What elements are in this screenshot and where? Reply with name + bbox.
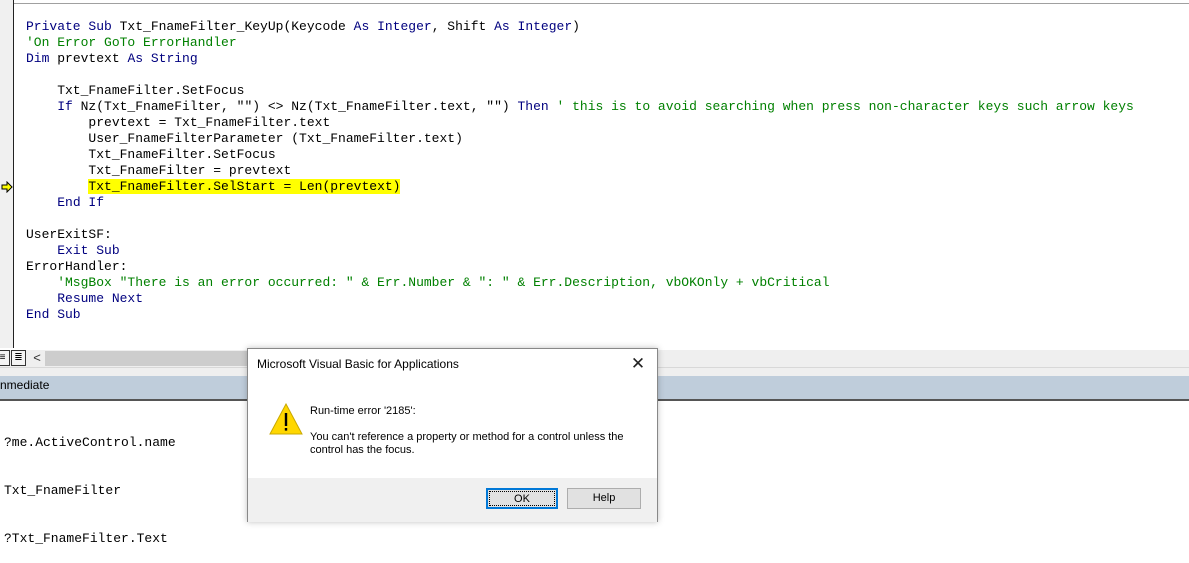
code-window[interactable]: Private Sub Txt_FnameFilter_KeyUp(Keycod… <box>0 0 1189 348</box>
code-keyword: Exit Sub <box>57 243 120 258</box>
code-text: User_FnameFilterParameter (Txt_FnameFilt… <box>26 131 463 146</box>
code-line[interactable]: End If <box>26 195 1134 211</box>
help-button[interactable]: Help <box>567 488 641 509</box>
code-keyword: End Sub <box>26 307 81 322</box>
code-line[interactable]: End Sub <box>26 307 1134 323</box>
code-text: Txt_FnameFilter = prevtext <box>26 163 292 178</box>
highlighted-statement: Txt_FnameFilter.SelStart = Len(prevtext) <box>88 179 401 194</box>
code-text: Nz(Txt_FnameFilter, "") <> Nz(Txt_FnameF… <box>80 99 518 114</box>
code-editor[interactable]: Private Sub Txt_FnameFilter_KeyUp(Keycod… <box>26 19 1134 323</box>
code-text: , Shift <box>431 19 495 34</box>
code-line[interactable]: Resume Next <box>26 291 1134 307</box>
code-line[interactable]: Txt_FnameFilter.SelStart = Len(prevtext) <box>26 179 1134 195</box>
code-keyword: Private Sub <box>26 19 120 34</box>
code-keyword: End If <box>57 195 105 210</box>
code-text: prevtext <box>57 51 128 66</box>
procedure-separator <box>14 3 1189 4</box>
code-line[interactable]: User_FnameFilterParameter (Txt_FnameFilt… <box>26 131 1134 147</box>
code-keyword: Resume Next <box>57 291 144 306</box>
code-text: ) <box>572 19 580 34</box>
code-keyword: Dim <box>26 51 58 66</box>
ok-button[interactable]: OK <box>486 488 558 509</box>
full-module-view-button[interactable]: ≣ <box>11 350 26 366</box>
code-text: prevtext = Txt_FnameFilter.text <box>26 115 331 130</box>
warning-icon <box>269 403 303 435</box>
code-text: Txt_FnameFilter_KeyUp(Keycode <box>119 19 354 34</box>
code-keyword: As Integer <box>353 19 432 34</box>
code-line[interactable]: UserExitSF: <box>26 227 1134 243</box>
code-keyword: As Integer <box>494 19 573 34</box>
code-line[interactable]: Txt_FnameFilter = prevtext <box>26 163 1134 179</box>
code-line[interactable]: 'MsgBox "There is an error occurred: " &… <box>26 275 1134 291</box>
error-message-text: You can't reference a property or method… <box>310 431 624 456</box>
code-comment: 'MsgBox "There is an error occurred: " &… <box>26 275 830 290</box>
code-line[interactable]: Dim prevtext As String <box>26 51 1134 67</box>
code-line[interactable]: Txt_FnameFilter.SetFocus <box>26 83 1134 99</box>
code-line[interactable]: ErrorHandler: <box>26 259 1134 275</box>
code-comment: 'On Error GoTo ErrorHandler <box>26 35 237 50</box>
error-code-text: Run-time error '2185': <box>310 405 416 417</box>
code-line[interactable]: Txt_FnameFilter.SetFocus <box>26 147 1134 163</box>
code-text: ErrorHandler: <box>26 259 128 274</box>
code-line[interactable]: prevtext = Txt_FnameFilter.text <box>26 115 1134 131</box>
procedure-view-button[interactable]: ≡ <box>0 350 10 366</box>
code-line[interactable]: Private Sub Txt_FnameFilter_KeyUp(Keycod… <box>26 19 1134 35</box>
immediate-line: ?Txt_FnameFilter.Text <box>4 531 168 546</box>
code-keyword: If <box>57 99 81 114</box>
close-button[interactable]: ✕ <box>627 353 649 375</box>
dialog-title: Microsoft Visual Basic for Applications <box>257 357 459 371</box>
immediate-line: ?me.ActiveControl.name <box>4 435 176 450</box>
execution-point-arrow-icon <box>1 181 13 193</box>
code-text: Txt_FnameFilter.SetFocus <box>26 147 276 162</box>
code-line[interactable]: 'On Error GoTo ErrorHandler <box>26 35 1134 51</box>
code-text: Txt_FnameFilter.SetFocus <box>26 83 245 98</box>
code-line[interactable]: If Nz(Txt_FnameFilter, "") <> Nz(Txt_Fna… <box>26 99 1134 115</box>
code-keyword: Then <box>517 99 557 114</box>
dialog-button-bar: OK Help <box>248 478 657 522</box>
code-keyword: As String <box>127 51 198 66</box>
code-text: UserExitSF: <box>26 227 112 242</box>
code-line[interactable] <box>26 211 1134 227</box>
horizontal-scrollbar-thumb[interactable] <box>45 351 250 366</box>
scroll-left-button[interactable]: < <box>30 350 44 366</box>
immediate-window-content[interactable]: ?me.ActiveControl.name Txt_FnameFilter ?… <box>4 403 176 563</box>
code-line[interactable]: Exit Sub <box>26 243 1134 259</box>
margin-indicator-bar[interactable] <box>0 0 14 348</box>
error-dialog: Microsoft Visual Basic for Applications … <box>247 348 658 522</box>
code-line[interactable] <box>26 67 1134 83</box>
immediate-line: Txt_FnameFilter <box>4 483 122 498</box>
code-comment: ' this is to avoid searching when press … <box>556 99 1134 114</box>
